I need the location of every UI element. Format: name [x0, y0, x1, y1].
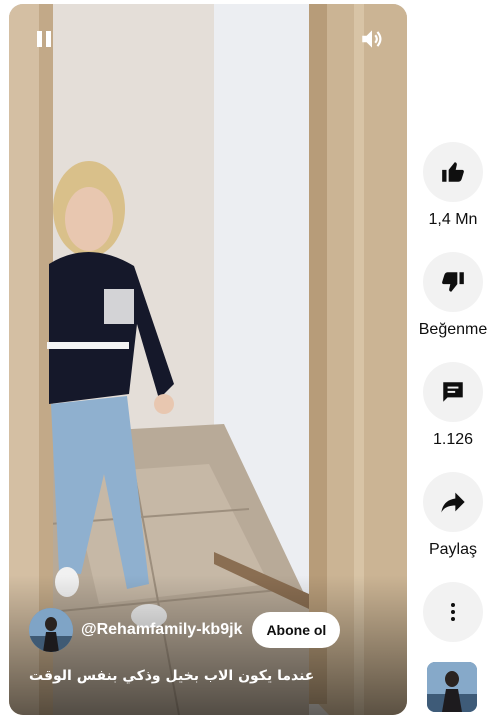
share-action: Paylaş — [414, 472, 492, 559]
comment-icon — [443, 382, 463, 402]
pause-button[interactable] — [26, 21, 62, 57]
share-arrow-icon — [441, 492, 465, 513]
more-options-button[interactable] — [423, 582, 483, 642]
like-button[interactable] — [423, 142, 483, 202]
volume-icon — [362, 30, 382, 48]
share-button[interactable] — [423, 472, 483, 532]
like-action: 1,4 Mn — [414, 142, 492, 229]
more-vertical-icon — [451, 603, 455, 621]
share-label: Paylaş — [428, 541, 478, 558]
thumbs-up-icon — [442, 162, 464, 182]
pause-icon — [37, 31, 51, 47]
like-count: 1,4 Mn — [428, 211, 478, 228]
dislike-label: Beğenme — [418, 321, 488, 338]
comments-button[interactable] — [423, 362, 483, 422]
channel-avatar[interactable] — [29, 608, 73, 652]
thumbs-down-icon — [442, 272, 464, 292]
dislike-button[interactable] — [423, 252, 483, 312]
channel-row: @Rehamfamily-kb9jk Abone ol — [29, 608, 341, 652]
dislike-action: Beğenme — [414, 252, 492, 339]
comment-count: 1.126 — [432, 431, 474, 448]
subscribe-button[interactable]: Abone ol — [252, 612, 341, 648]
sound-thumbnail[interactable] — [427, 662, 477, 712]
shorts-video-player[interactable]: @Rehamfamily-kb9jk Abone ol عندما يكون ا… — [9, 4, 407, 715]
video-caption[interactable]: عندما يكون الاب بخيل وذكي بنفس الوقت — [29, 668, 314, 684]
volume-button[interactable] — [354, 21, 390, 57]
comments-action: 1.126 — [414, 362, 492, 449]
channel-handle[interactable]: @Rehamfamily-kb9jk — [81, 621, 242, 639]
more-action — [414, 582, 492, 642]
